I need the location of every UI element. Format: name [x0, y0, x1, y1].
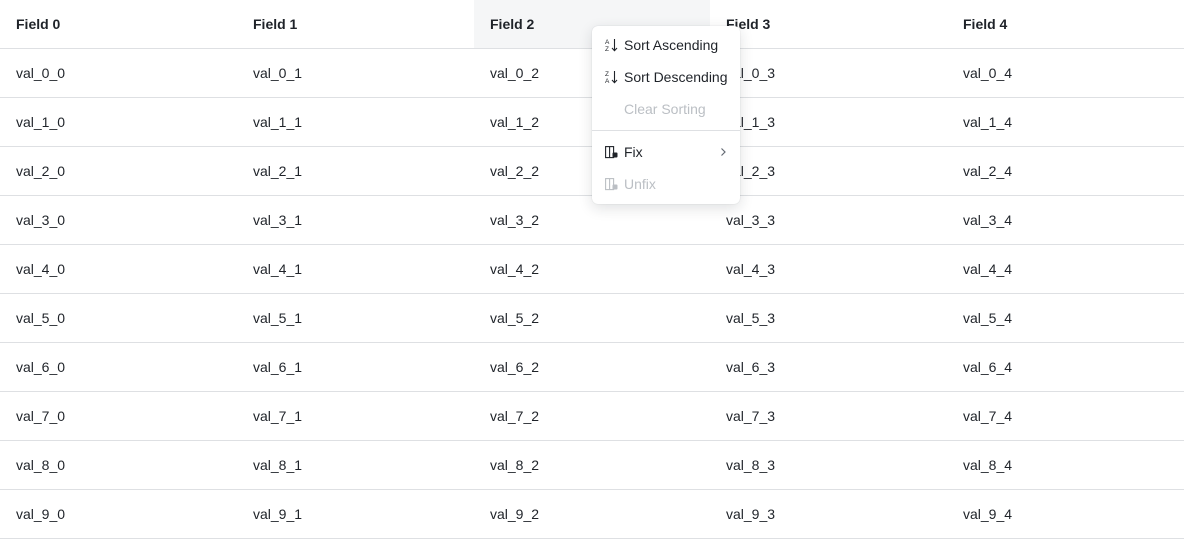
- table-cell[interactable]: val_3_4: [947, 195, 1184, 245]
- menu-item-label: Fix: [624, 144, 643, 160]
- table-cell[interactable]: val_3_1: [237, 195, 474, 245]
- table-cell[interactable]: val_2_3: [710, 146, 947, 196]
- table-cell[interactable]: val_8_3: [710, 440, 947, 490]
- table-cell[interactable]: val_7_0: [0, 391, 237, 441]
- table-cell[interactable]: val_6_2: [474, 342, 710, 392]
- column-header-field-3[interactable]: Field 3: [710, 0, 947, 49]
- table-cell[interactable]: val_8_1: [237, 440, 474, 490]
- blank-icon-slot: [605, 102, 618, 116]
- table-cell[interactable]: val_4_1: [237, 244, 474, 294]
- table-cell[interactable]: val_1_3: [710, 97, 947, 147]
- menu-item-sort-descending[interactable]: Z A Sort Descending: [592, 61, 740, 93]
- table-cell[interactable]: val_6_1: [237, 342, 474, 392]
- table-cell[interactable]: val_6_0: [0, 342, 237, 392]
- column-header-field-0[interactable]: Field 0: [0, 0, 237, 49]
- menu-item-label: Unfix: [624, 176, 656, 192]
- menu-item-label: Sort Descending: [624, 69, 728, 85]
- table-cell[interactable]: val_2_0: [0, 146, 237, 196]
- table-row: val_4_0 val_4_1 val_4_2 val_4_3 val_4_4: [0, 244, 1184, 294]
- data-table-container: Field 0 Field 1 Field 2 Field 3 Field 4 …: [0, 0, 1184, 539]
- table-row: val_6_0 val_6_1 val_6_2 val_6_3 val_6_4: [0, 342, 1184, 392]
- table-cell[interactable]: val_1_1: [237, 97, 474, 147]
- table-cell[interactable]: val_6_3: [710, 342, 947, 392]
- svg-text:Z: Z: [605, 71, 609, 78]
- table-cell[interactable]: val_7_2: [474, 391, 710, 441]
- table-cell[interactable]: val_2_4: [947, 146, 1184, 196]
- svg-text:Z: Z: [605, 46, 609, 52]
- table-cell[interactable]: val_9_0: [0, 489, 237, 539]
- table-cell[interactable]: val_2_1: [237, 146, 474, 196]
- pin-column-icon: [605, 145, 618, 159]
- table-cell[interactable]: val_0_0: [0, 48, 237, 98]
- sort-ascending-icon: A Z: [605, 38, 618, 52]
- table-cell[interactable]: val_1_0: [0, 97, 237, 147]
- sort-descending-icon: Z A: [605, 70, 618, 84]
- table-cell[interactable]: val_8_2: [474, 440, 710, 490]
- table-cell[interactable]: val_0_3: [710, 48, 947, 98]
- table-cell[interactable]: val_8_4: [947, 440, 1184, 490]
- table-row: val_8_0 val_8_1 val_8_2 val_8_3 val_8_4: [0, 440, 1184, 490]
- menu-item-label: Clear Sorting: [624, 101, 706, 117]
- table-cell[interactable]: val_1_4: [947, 97, 1184, 147]
- table-cell[interactable]: val_9_4: [947, 489, 1184, 539]
- table-cell[interactable]: val_9_3: [710, 489, 947, 539]
- table-cell[interactable]: val_4_4: [947, 244, 1184, 294]
- svg-text:A: A: [605, 78, 610, 84]
- table-row: val_3_0 val_3_1 val_3_2 val_3_3 val_3_4: [0, 195, 1184, 245]
- chevron-right-icon: [718, 147, 728, 157]
- table-cell[interactable]: val_7_3: [710, 391, 947, 441]
- svg-text:A: A: [605, 39, 610, 46]
- menu-item-fix[interactable]: Fix: [592, 136, 740, 168]
- table-cell[interactable]: val_9_2: [474, 489, 710, 539]
- table-cell[interactable]: val_0_1: [237, 48, 474, 98]
- menu-divider: [592, 130, 740, 131]
- table-cell[interactable]: val_6_4: [947, 342, 1184, 392]
- table-cell[interactable]: val_5_0: [0, 293, 237, 343]
- unpin-column-icon: [605, 177, 618, 191]
- table-cell[interactable]: val_7_1: [237, 391, 474, 441]
- table-cell[interactable]: val_3_3: [710, 195, 947, 245]
- table-cell[interactable]: val_8_0: [0, 440, 237, 490]
- table-row: val_7_0 val_7_1 val_7_2 val_7_3 val_7_4: [0, 391, 1184, 441]
- table-row: val_9_0 val_9_1 val_9_2 val_9_3 val_9_4: [0, 489, 1184, 539]
- menu-item-unfix[interactable]: Unfix: [592, 168, 740, 200]
- table-cell[interactable]: val_5_4: [947, 293, 1184, 343]
- table-cell[interactable]: val_3_0: [0, 195, 237, 245]
- table-cell[interactable]: val_4_2: [474, 244, 710, 294]
- table-cell[interactable]: val_5_1: [237, 293, 474, 343]
- table-cell[interactable]: val_4_3: [710, 244, 947, 294]
- menu-item-clear-sorting[interactable]: Clear Sorting: [592, 93, 740, 125]
- table-cell[interactable]: val_0_4: [947, 48, 1184, 98]
- column-header-field-4[interactable]: Field 4: [947, 0, 1184, 49]
- table-cell[interactable]: val_5_3: [710, 293, 947, 343]
- table-cell[interactable]: val_7_4: [947, 391, 1184, 441]
- table-cell[interactable]: val_5_2: [474, 293, 710, 343]
- table-row: val_5_0 val_5_1 val_5_2 val_5_3 val_5_4: [0, 293, 1184, 343]
- table-cell[interactable]: val_4_0: [0, 244, 237, 294]
- column-context-menu: A Z Sort Ascending Z A Sort Descending C…: [592, 26, 740, 204]
- column-header-field-1[interactable]: Field 1: [237, 0, 474, 49]
- table-cell[interactable]: val_9_1: [237, 489, 474, 539]
- menu-item-sort-ascending[interactable]: A Z Sort Ascending: [592, 29, 740, 61]
- menu-item-label: Sort Ascending: [624, 37, 719, 53]
